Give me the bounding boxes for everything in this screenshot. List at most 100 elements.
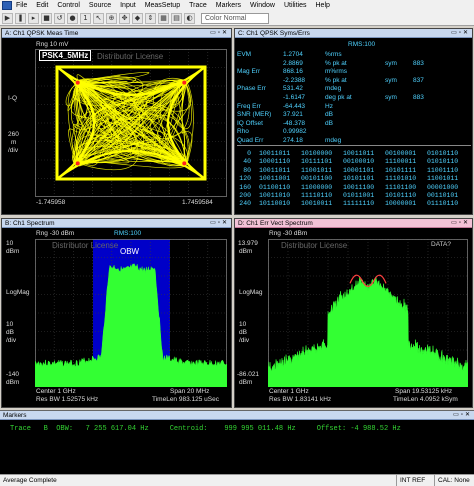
- spectrum-plot[interactable]: [35, 239, 227, 387]
- menu-input[interactable]: Input: [120, 2, 136, 9]
- stat-name: IQ Offset: [237, 119, 263, 127]
- pause-icon[interactable]: ❚: [15, 12, 26, 24]
- window-controls[interactable]: ▭▫✕: [210, 29, 231, 37]
- top-scale-value: 10: [6, 240, 14, 247]
- trace-format: LogMag: [239, 289, 263, 296]
- panel-title: C: Ch1 QPSK Syms/Errs: [238, 30, 310, 37]
- symbol-index: 120: [239, 175, 251, 183]
- markers-title-bar[interactable]: Markers ▭▫✕: [0, 411, 474, 420]
- symbol-bits: 10111101: [301, 158, 333, 166]
- markers-panel[interactable]: Markers ▭▫✕ Trace B OBW: 7 255 617.04 Hz…: [0, 410, 474, 474]
- panel-title-bar[interactable]: D: Ch1 Err Vect Spectrum ▭▫✕: [235, 219, 472, 228]
- div-unit: dB: [239, 329, 247, 336]
- window-controls[interactable]: ▭▫✕: [451, 219, 472, 227]
- stat-name: SNR (MER): [237, 111, 272, 119]
- watermark: Distributor License: [52, 241, 119, 250]
- menu-source[interactable]: Source: [89, 2, 111, 9]
- div-unit: dB: [6, 329, 14, 336]
- range-label: Rng -30 dBm: [269, 230, 308, 237]
- symbol-bits: 00110101: [427, 192, 459, 199]
- menu-trace[interactable]: Trace: [189, 2, 207, 9]
- scale-prefix: m: [11, 139, 17, 146]
- stat-unit: m%rms: [325, 68, 348, 76]
- constellation-plot[interactable]: [35, 49, 227, 197]
- markers-title: Markers: [3, 412, 27, 419]
- menu-edit[interactable]: Edit: [36, 2, 48, 9]
- symbol-bits: 10011011: [259, 150, 291, 157]
- window-controls[interactable]: ▭▫✕: [210, 219, 231, 227]
- span: Span 19.53125 kHz: [395, 388, 453, 395]
- menu-meassetup[interactable]: MeasSetup: [145, 2, 180, 9]
- step-icon[interactable]: ▸: [28, 12, 39, 24]
- stat-unit: deg pk at: [325, 94, 352, 101]
- play-icon[interactable]: ▶: [2, 12, 13, 24]
- restart-icon[interactable]: ↺: [54, 12, 65, 24]
- stat-name: EVM: [237, 51, 252, 58]
- symbol-bits: 11110110: [301, 192, 333, 199]
- stat-name: Phase Err: [237, 85, 266, 93]
- symbol-bits: 10011001: [259, 175, 291, 183]
- watermark: Distributor License: [281, 241, 348, 250]
- autoscale-icon[interactable]: ⇕: [145, 12, 156, 24]
- panel-title-bar[interactable]: B: Ch1 Spectrum ▭▫✕: [2, 219, 231, 228]
- center-freq: Center 1 GHz: [269, 388, 309, 395]
- div-value: 10: [6, 321, 14, 328]
- single-icon[interactable]: 1: [80, 12, 91, 24]
- panel-syms-errs[interactable]: C: Ch1 QPSK Syms/Errs ▭▫✕ RMS:100 EVM 1.2…: [234, 28, 473, 215]
- panel-title-bar[interactable]: C: Ch1 QPSK Syms/Errs ▭▫✕: [235, 29, 472, 38]
- stat-unit: % pk at: [325, 59, 347, 67]
- marker-icon[interactable]: ◆: [132, 12, 143, 24]
- symbol-bits: 10010011: [301, 200, 333, 208]
- stat-value: 37.921: [283, 111, 303, 119]
- symbol-bits: 11101010: [385, 175, 417, 183]
- obw-value: 7 255 617.04 Hz: [85, 425, 149, 433]
- symbol-bits: 10011011: [259, 166, 291, 174]
- pointer-icon[interactable]: ↖: [93, 12, 104, 24]
- symbol-bits: 10101101: [343, 175, 375, 183]
- symbol-bits: 00001000: [427, 183, 459, 191]
- menu-bar: File Edit Control Source Input MeasSetup…: [0, 0, 474, 11]
- panel-title-bar[interactable]: A: Ch1 QPSK Meas Time ▭▫✕: [2, 29, 231, 38]
- grid-icon[interactable]: ▦: [158, 12, 169, 24]
- symbol-bits: 00100001: [385, 150, 417, 157]
- layout-icon[interactable]: ▤: [171, 12, 182, 24]
- symbol-index: 80: [243, 166, 251, 174]
- color-scheme-select[interactable]: Color Normal: [201, 12, 269, 24]
- status-int-ref[interactable]: INT REF: [396, 475, 434, 486]
- menu-control[interactable]: Control: [57, 2, 80, 9]
- panel-meas-time[interactable]: A: Ch1 QPSK Meas Time ▭▫✕ Rng 10 mV PSK4…: [1, 28, 232, 215]
- stat-unit: dB: [325, 111, 333, 119]
- stop-icon[interactable]: ■: [41, 12, 52, 24]
- panel-err-vect-spectrum[interactable]: D: Ch1 Err Vect Spectrum ▭▫✕ Rng -30 dBm…: [234, 218, 473, 408]
- window-controls[interactable]: ▭▫✕: [451, 29, 472, 37]
- stat-sym-value: 883: [413, 94, 424, 101]
- symbol-bits: 01110110: [427, 200, 459, 208]
- bottom-scale-unit: dBm: [239, 379, 253, 386]
- window-controls[interactable]: ▭▫✕: [453, 411, 474, 419]
- stat-unit: %rms: [325, 51, 342, 58]
- constellation-point: [182, 161, 187, 166]
- obw-label: OBW:: [56, 425, 74, 433]
- menu-utilities[interactable]: Utilities: [284, 2, 307, 9]
- x-axis-right: 1.7459584: [182, 199, 213, 206]
- x-axis-left: -1.745958: [36, 199, 66, 206]
- status-cal[interactable]: CAL: None: [434, 475, 474, 486]
- panel-spectrum[interactable]: B: Ch1 Spectrum ▭▫✕ Rng -30 dBm RMS:100 …: [1, 218, 232, 408]
- stat-unit: mdeg: [325, 85, 342, 93]
- error-vector-spectrum-plot[interactable]: [268, 239, 468, 387]
- status-message: Average Complete: [3, 477, 57, 484]
- zoom-icon[interactable]: ⊕: [106, 12, 117, 24]
- palette-icon[interactable]: ◐: [184, 12, 195, 24]
- stat-value: 868.16: [283, 68, 303, 76]
- menu-help[interactable]: Help: [316, 2, 330, 9]
- symbol-bits: 10110010: [259, 200, 291, 208]
- record-icon[interactable]: ●: [67, 12, 78, 24]
- pan-icon[interactable]: ✥: [119, 12, 130, 24]
- menu-window[interactable]: Window: [250, 2, 275, 9]
- stat-unit: % pk at: [325, 76, 347, 84]
- stat-sym-label: sym: [385, 94, 397, 101]
- menu-file[interactable]: File: [16, 2, 27, 9]
- constellation-point: [75, 80, 80, 85]
- stat-sym-value: 837: [413, 76, 424, 84]
- menu-markers[interactable]: Markers: [216, 2, 241, 9]
